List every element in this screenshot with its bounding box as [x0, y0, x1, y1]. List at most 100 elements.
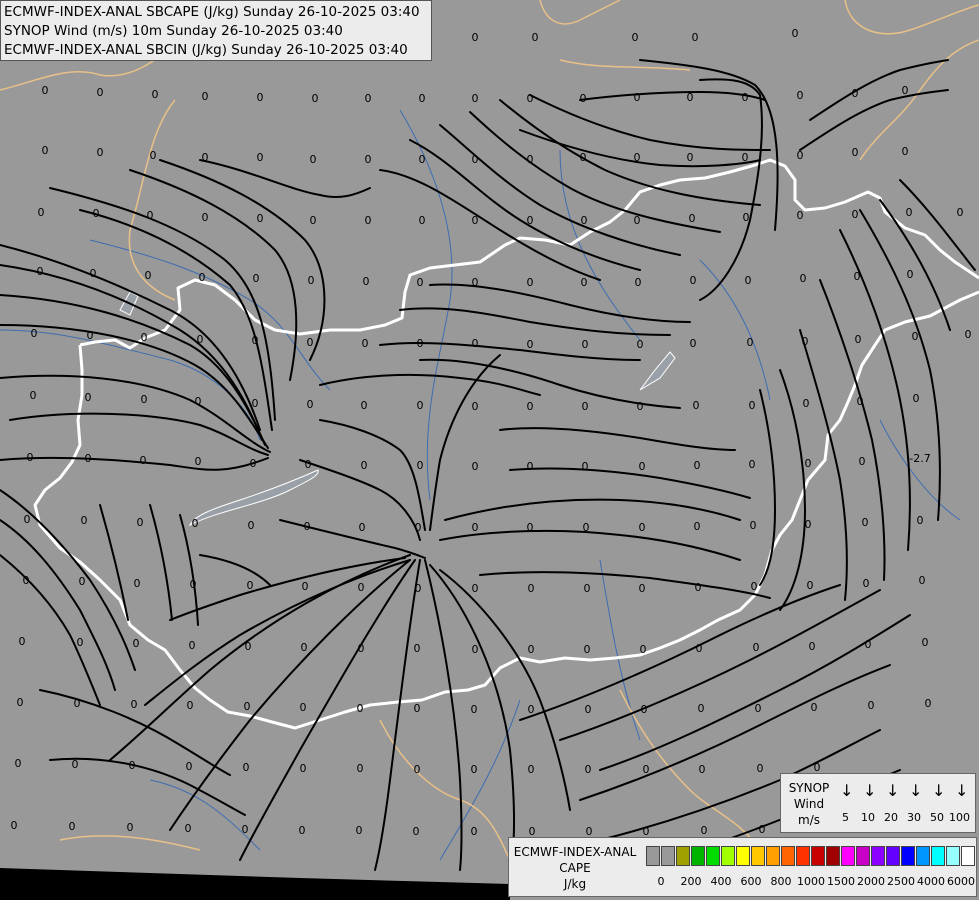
field-value-label: 0	[42, 144, 49, 157]
field-value-label: 0	[797, 149, 804, 162]
field-value-label: 0	[528, 582, 535, 595]
field-value-label: 0	[31, 327, 38, 340]
field-value-label: 0	[42, 84, 49, 97]
field-value-label: 0	[247, 579, 254, 592]
field-value-label: 0	[635, 276, 642, 289]
title-cape: ECMWF-INDEX-ANAL SBCAPE (J/kg) Sunday 26…	[4, 4, 420, 20]
field-value-label: 0	[957, 206, 964, 219]
field-value-label: 0	[581, 214, 588, 227]
field-value-label: 0	[922, 636, 929, 649]
field-value-label: 0	[643, 763, 650, 776]
cape-color-swatch	[931, 846, 945, 866]
field-value-label: 0	[310, 153, 317, 166]
field-value-label: 0	[189, 639, 196, 652]
cape-color-swatch	[676, 846, 690, 866]
field-value-label: 0	[197, 333, 204, 346]
field-value-label: 0	[912, 330, 919, 343]
field-value-label: 0	[472, 400, 479, 413]
field-value-label: 0	[357, 762, 364, 775]
field-value-label: 0	[862, 516, 869, 529]
field-value-label: 0	[85, 452, 92, 465]
field-value-label: 0	[38, 206, 45, 219]
field-value-label: 0	[131, 698, 138, 711]
field-value-label: 0	[97, 86, 104, 99]
field-value-label: 0	[79, 575, 86, 588]
field-value-label: 0	[803, 397, 810, 410]
synop-legend-title-line: Wind	[793, 797, 825, 811]
field-value-label: 0	[528, 643, 535, 656]
field-value-label: 0	[257, 151, 264, 164]
field-value-label: 0	[472, 337, 479, 350]
field-value-label: 0	[195, 455, 202, 468]
field-value-label: 0	[690, 274, 697, 287]
cape-legend-title-line: J/kg	[563, 877, 587, 891]
field-value-label: 0	[865, 638, 872, 651]
field-value-label: 0	[415, 521, 422, 534]
field-value-label: 0	[307, 398, 314, 411]
field-value-label: 0	[417, 459, 424, 472]
field-value-label: 0	[414, 642, 421, 655]
cape-color-swatch	[901, 846, 915, 866]
cape-color-swatch	[796, 846, 810, 866]
field-value-label: 0	[585, 763, 592, 776]
cape-legend-tick: 1500	[827, 875, 855, 888]
field-value-label: 0	[244, 700, 251, 713]
field-value-label: 0	[300, 762, 307, 775]
field-value-label: 0	[11, 819, 18, 832]
field-value-label: 0	[919, 574, 926, 587]
field-value-label: 0	[363, 275, 370, 288]
field-value-label: 0	[634, 214, 641, 227]
field-value-label: 0	[811, 701, 818, 714]
cape-color-swatch	[751, 846, 765, 866]
cape-legend-tick: 600	[740, 875, 762, 888]
field-value-label: 0	[414, 763, 421, 776]
field-value-label: 0	[742, 151, 749, 164]
field-value-label: 0	[140, 454, 147, 467]
cape-color-swatch	[871, 846, 885, 866]
field-value-label: 0	[202, 151, 209, 164]
field-value-label: 0	[637, 400, 644, 413]
field-value-label: 0	[202, 90, 209, 103]
cape-color-swatch	[781, 846, 795, 866]
field-value-label: 0	[809, 640, 816, 653]
field-value-label: 0	[696, 642, 703, 655]
field-value-label: 0	[857, 395, 864, 408]
field-value-label: 0	[634, 151, 641, 164]
field-value-label: 0	[852, 87, 859, 100]
field-value-label: 0	[27, 451, 34, 464]
field-value-label: 0	[527, 521, 534, 534]
field-value-label: 0	[743, 211, 750, 224]
field-value-label: 0	[252, 334, 259, 347]
field-value-label: 0	[527, 153, 534, 166]
cape-color-swatch	[706, 846, 720, 866]
field-value-label: 0	[199, 271, 206, 284]
field-value-label: 0	[356, 824, 363, 837]
field-value-label: 0	[242, 823, 249, 836]
cape-legend-tick: 800	[770, 875, 792, 888]
field-value-label: 0	[805, 518, 812, 531]
field-value-label: 0	[357, 702, 364, 715]
down-arrow-icon: ↓	[863, 781, 877, 800]
field-value-label: 0	[906, 206, 913, 219]
field-value-label: 0	[472, 31, 479, 44]
field-value-label: 0	[186, 760, 193, 773]
field-value-label: 0	[863, 577, 870, 590]
field-value-label: 0	[745, 274, 752, 287]
field-value-label: 0	[17, 696, 24, 709]
synop-legend-value: 10	[861, 811, 875, 824]
field-value-label: 0	[365, 153, 372, 166]
field-value-label: 0	[639, 582, 646, 595]
field-value-label: 0	[854, 270, 861, 283]
synop-legend-title: SYNOP Wind m/s	[784, 780, 834, 828]
field-value-label: 0	[694, 520, 701, 533]
field-value-label: 0	[23, 574, 30, 587]
synop-legend-value: 50	[930, 811, 944, 824]
field-value-label: 0	[637, 338, 644, 351]
field-value-label: 0	[37, 265, 44, 278]
map-title-box: ECMWF-INDEX-ANAL SBCAPE (J/kg) Sunday 26…	[0, 0, 432, 61]
field-value-label: 0	[90, 267, 97, 280]
cape-legend-tick: 0	[657, 875, 665, 888]
field-value-label: 0	[581, 276, 588, 289]
field-value-label: 0	[133, 637, 140, 650]
cape-legend-title-line: CAPE	[559, 861, 591, 875]
